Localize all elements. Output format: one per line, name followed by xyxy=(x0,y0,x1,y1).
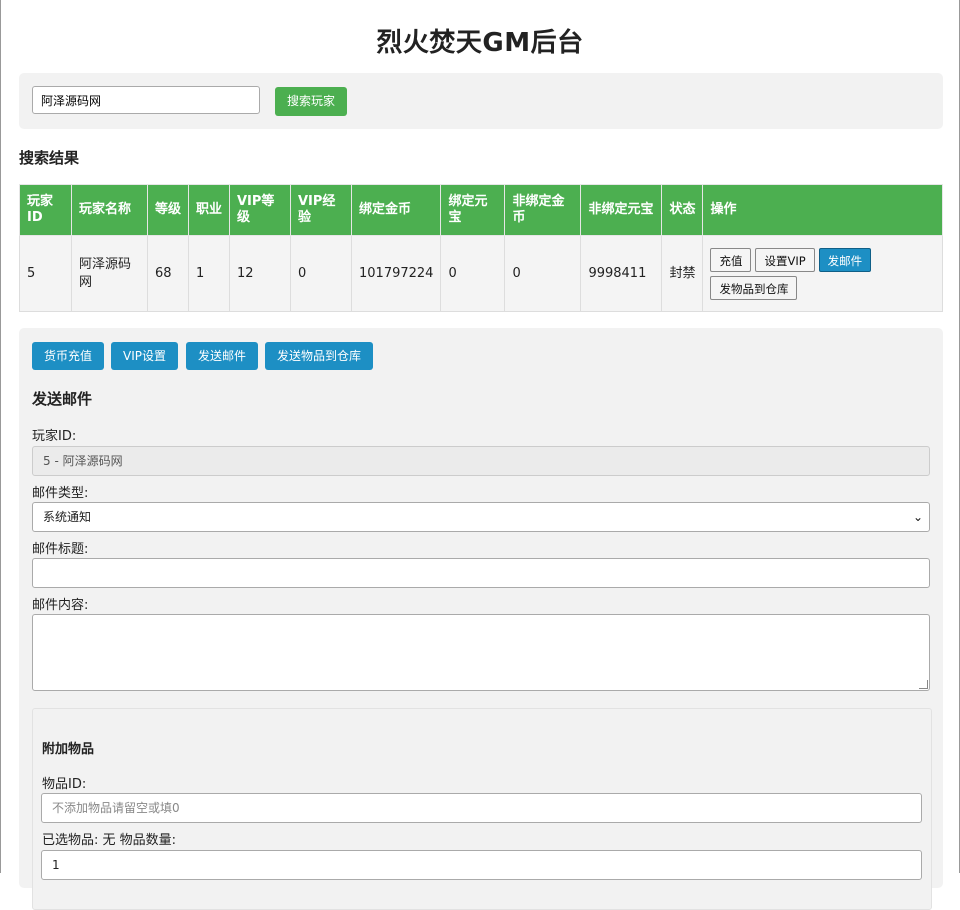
item-quantity-input[interactable]: 1 xyxy=(41,850,922,880)
search-player-button[interactable]: 搜索玩家 xyxy=(275,87,348,116)
cell-vip-level: 12 xyxy=(229,235,291,312)
col-header: 非绑定元宝 xyxy=(580,184,663,236)
player-id-label: 玩家ID: xyxy=(32,429,77,444)
tab-vip-settings[interactable]: VIP设置 xyxy=(111,342,178,370)
send-mail-button[interactable]: 发邮件 xyxy=(818,247,872,272)
col-header: 非绑定金币 xyxy=(504,184,582,236)
tab-send-mail[interactable]: 发送邮件 xyxy=(186,342,259,370)
mail-type-value: 系统通知 xyxy=(43,510,92,524)
cell-status: 封禁 xyxy=(661,235,704,312)
col-header: 绑定金币 xyxy=(350,184,442,236)
search-panel: 搜索玩家 xyxy=(19,73,943,129)
mail-form-heading: 发送邮件 xyxy=(32,390,93,408)
col-header: 玩家ID xyxy=(19,184,72,236)
mail-content-textarea[interactable] xyxy=(32,614,930,691)
mail-subject-label: 邮件标题: xyxy=(32,542,89,557)
col-header: 操作 xyxy=(702,184,943,236)
cell-player-name: 阿泽源码网 xyxy=(71,235,148,312)
resize-handle-icon[interactable] xyxy=(919,680,928,689)
chevron-down-icon: ⌄ xyxy=(912,510,923,524)
cell-vip-exp: 0 xyxy=(290,235,352,312)
cell-unbound-yuanbao: 9998411 xyxy=(580,235,663,312)
table-header-row: 玩家ID 玩家名称 等级 职业 VIP等级 VIP经验 绑定金币 绑定元宝 非绑… xyxy=(19,184,943,236)
page-title: 烈火焚天GM后台 xyxy=(376,28,584,58)
col-header: VIP等级 xyxy=(229,184,291,236)
mail-type-label: 邮件类型: xyxy=(32,486,89,501)
results-title: 搜索结果 xyxy=(19,149,80,167)
table-row: 5 阿泽源码网 68 1 12 0 101797224 0 0 9998411 … xyxy=(19,235,943,312)
col-header: 状态 xyxy=(661,184,704,236)
selected-item-label: 已选物品: 无 物品数量: xyxy=(42,833,177,848)
item-id-label: 物品ID: xyxy=(42,777,87,792)
recharge-button[interactable]: 充值 xyxy=(710,247,752,272)
col-header: VIP经验 xyxy=(290,184,352,236)
action-panel: 货币充值 VIP设置 发送邮件 发送物品到仓库 发送邮件 玩家ID: 5 - 阿… xyxy=(19,328,943,910)
cell-job: 1 xyxy=(188,235,230,312)
set-vip-button[interactable]: 设置VIP xyxy=(755,247,815,272)
cell-unbound-gold: 0 xyxy=(504,235,582,312)
item-id-input[interactable]: 不添加物品请留空或填0 xyxy=(41,793,922,823)
tab-send-item-to-warehouse[interactable]: 发送物品到仓库 xyxy=(265,342,374,370)
cell-player-id: 5 xyxy=(19,235,72,312)
attachment-heading: 附加物品 xyxy=(42,742,95,757)
cell-bound-yuanbao: 0 xyxy=(440,235,506,312)
col-header: 等级 xyxy=(147,184,189,236)
mail-content-label: 邮件内容: xyxy=(32,598,89,613)
col-header: 绑定元宝 xyxy=(440,184,506,236)
mail-type-select[interactable]: 系统通知 ⌄ xyxy=(32,502,930,532)
send-item-to-warehouse-button[interactable]: 发物品到仓库 xyxy=(710,275,798,300)
tab-currency-recharge[interactable]: 货币充值 xyxy=(32,342,105,370)
mail-subject-input[interactable] xyxy=(32,558,930,588)
cell-actions: 充值 设置VIP 发邮件 发物品到仓库 xyxy=(702,235,943,312)
attachment-panel: 附加物品 物品ID: 不添加物品请留空或填0 已选物品: 无 物品数量: 1 xyxy=(32,708,932,910)
player-id-field: 5 - 阿泽源码网 xyxy=(32,446,930,476)
cell-level: 68 xyxy=(147,235,189,312)
search-input[interactable] xyxy=(32,86,260,114)
cell-bound-gold: 101797224 xyxy=(350,235,442,312)
col-header: 玩家名称 xyxy=(71,184,148,236)
col-header: 职业 xyxy=(188,184,230,236)
results-table: 玩家ID 玩家名称 等级 职业 VIP等级 VIP经验 绑定金币 绑定元宝 非绑… xyxy=(19,184,943,312)
